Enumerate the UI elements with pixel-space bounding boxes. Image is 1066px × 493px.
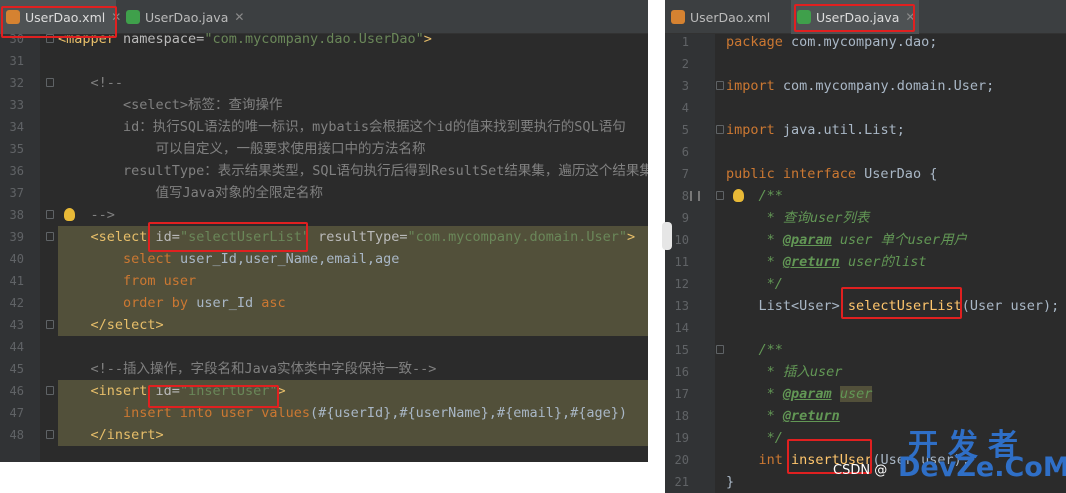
- fold-icon[interactable]: [46, 210, 54, 219]
- java-code-editor[interactable]: 1 package com.mycompany.dao; 2 3 import co…: [665, 34, 1066, 493]
- xml-code-editor[interactable]: 30 <mapper namespace="com.mycompany.dao.U…: [0, 31, 648, 462]
- right-tab-bar: UserDao.xml UserDao.java ✕: [665, 0, 1066, 34]
- fold-icon[interactable]: [716, 345, 724, 354]
- line-number: 1: [681, 35, 689, 49]
- fold-icon[interactable]: [46, 78, 54, 87]
- tab-label: UserDao.xml: [690, 9, 771, 25]
- left-editor-pane: UserDao.xml ✕ UserDao.java ✕ 30 <mapper n…: [0, 0, 648, 462]
- line-number: 6: [681, 145, 689, 159]
- split-handle[interactable]: [662, 222, 672, 250]
- line-number: 16: [674, 365, 689, 379]
- xml-file-icon: [6, 10, 20, 24]
- close-icon[interactable]: ✕: [234, 10, 244, 24]
- line-number: 36: [9, 164, 24, 178]
- render-doc-icon[interactable]: [690, 191, 700, 201]
- line-number: 13: [674, 299, 689, 313]
- line-number: 48: [9, 428, 24, 442]
- line-number: 4: [681, 101, 689, 115]
- line-number: 5: [681, 123, 689, 137]
- line-number: 17: [674, 387, 689, 401]
- line-number: 45: [9, 362, 24, 376]
- line-number: 3: [681, 79, 689, 93]
- fold-icon[interactable]: [46, 320, 54, 329]
- line-number: 35: [9, 142, 24, 156]
- fold-icon[interactable]: [716, 191, 724, 200]
- right-editor-pane: UserDao.xml UserDao.java ✕ 1 package com.…: [665, 0, 1066, 493]
- tab-userdao-java[interactable]: UserDao.java ✕: [791, 0, 919, 34]
- fold-icon[interactable]: [46, 386, 54, 395]
- line-number: 15: [674, 343, 689, 357]
- line-number: 44: [9, 340, 24, 354]
- line-number: 47: [9, 406, 24, 420]
- xml-file-icon: [671, 10, 685, 24]
- line-number: 43: [9, 318, 24, 332]
- line-number: 39: [9, 230, 24, 244]
- fold-icon[interactable]: [716, 81, 724, 90]
- line-number: 34: [9, 120, 24, 134]
- line-number: 8: [681, 189, 689, 203]
- line-number: 12: [674, 277, 689, 291]
- line-number: 19: [674, 431, 689, 445]
- line-number: 14: [674, 321, 689, 335]
- java-interface-icon: [126, 10, 140, 24]
- line-number: 33: [9, 98, 24, 112]
- line-number: 42: [9, 296, 24, 310]
- line-number: 18: [674, 409, 689, 423]
- tab-label: UserDao.xml: [25, 9, 106, 25]
- fold-icon[interactable]: [46, 34, 54, 43]
- tab-label: UserDao.java: [145, 9, 229, 25]
- line-number: 31: [9, 54, 24, 68]
- line-number: 38: [9, 208, 24, 222]
- line-number: 46: [9, 384, 24, 398]
- close-icon[interactable]: ✕: [905, 10, 915, 24]
- line-number: 41: [9, 274, 24, 288]
- fold-icon[interactable]: [46, 430, 54, 439]
- line-number: 7: [681, 167, 689, 181]
- tab-label: UserDao.java: [816, 9, 900, 25]
- tab-userdao-xml[interactable]: UserDao.xml: [665, 0, 783, 34]
- line-number: 21: [674, 475, 689, 489]
- line-number: 37: [9, 186, 24, 200]
- line-number: 30: [9, 32, 24, 46]
- fold-icon[interactable]: [716, 125, 724, 134]
- line-number: 11: [674, 255, 689, 269]
- line-number: 40: [9, 252, 24, 266]
- line-number: 20: [674, 453, 689, 467]
- java-interface-icon: [797, 10, 811, 24]
- fold-icon[interactable]: [46, 232, 54, 241]
- line-number: 32: [9, 76, 24, 90]
- line-number: 2: [681, 57, 689, 71]
